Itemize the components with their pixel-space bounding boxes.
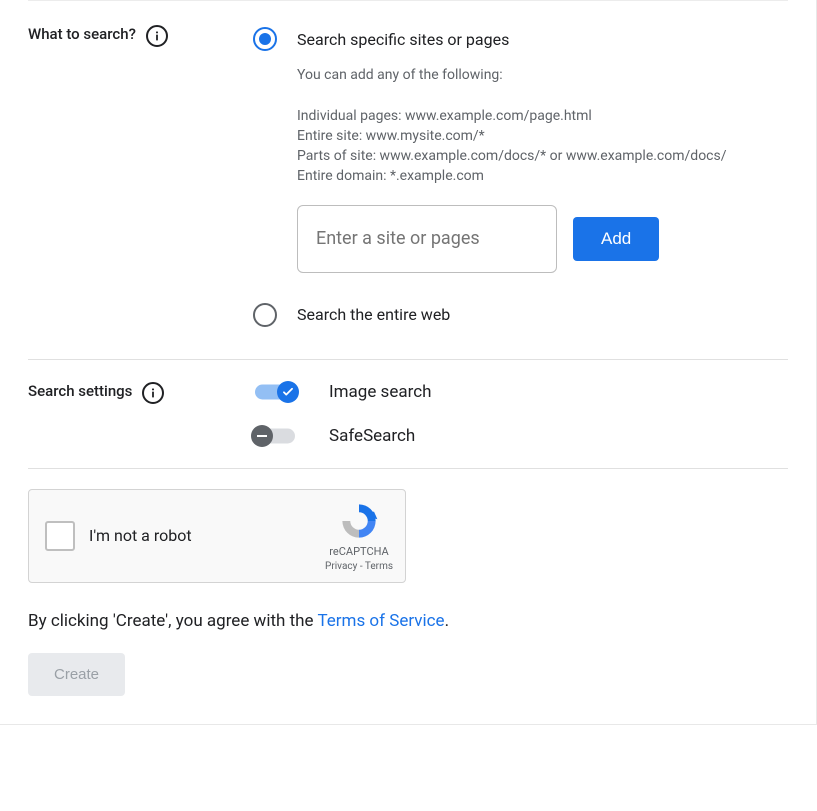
section-what-to-search: What to search? Search specific sites or… bbox=[28, 0, 788, 359]
recaptcha-label: I'm not a robot bbox=[89, 526, 311, 545]
recaptcha-brand: reCAPTCHA bbox=[329, 545, 388, 558]
agree-text: By clicking 'Create', you agree with the… bbox=[28, 611, 788, 631]
recaptcha-privacy-link[interactable]: Privacy bbox=[325, 561, 357, 572]
recaptcha-widget: I'm not a robot reCAPTCHA Privacy - Term… bbox=[28, 489, 406, 583]
section-search-settings: Search settings Image search bbox=[28, 359, 788, 468]
recaptcha-icon bbox=[338, 500, 380, 542]
recaptcha-checkbox[interactable] bbox=[45, 521, 75, 551]
check-icon bbox=[277, 381, 299, 403]
help-text: You can add any of the following: Indivi… bbox=[297, 65, 788, 187]
search-settings-label: Search settings bbox=[28, 382, 132, 400]
create-button[interactable]: Create bbox=[28, 653, 125, 696]
radio-search-specific[interactable] bbox=[253, 27, 277, 51]
terms-of-service-link[interactable]: Terms of Service bbox=[317, 611, 444, 631]
radio-search-entire-web-label: Search the entire web bbox=[297, 305, 450, 324]
minus-icon bbox=[251, 425, 273, 447]
radio-search-specific-label: Search specific sites or pages bbox=[297, 30, 509, 49]
info-icon[interactable] bbox=[146, 25, 168, 47]
toggle-image-search[interactable] bbox=[253, 382, 297, 402]
info-icon[interactable] bbox=[142, 382, 164, 404]
recaptcha-terms-link[interactable]: Terms bbox=[365, 561, 393, 572]
toggle-image-search-label: Image search bbox=[329, 382, 431, 402]
toggle-safesearch[interactable] bbox=[253, 426, 297, 446]
what-to-search-label: What to search? bbox=[28, 25, 136, 43]
add-button[interactable]: Add bbox=[573, 217, 659, 261]
radio-search-entire-web[interactable] bbox=[253, 303, 277, 327]
toggle-safesearch-label: SafeSearch bbox=[329, 426, 415, 446]
site-input[interactable] bbox=[297, 205, 557, 273]
recaptcha-links: Privacy - Terms bbox=[325, 561, 393, 572]
